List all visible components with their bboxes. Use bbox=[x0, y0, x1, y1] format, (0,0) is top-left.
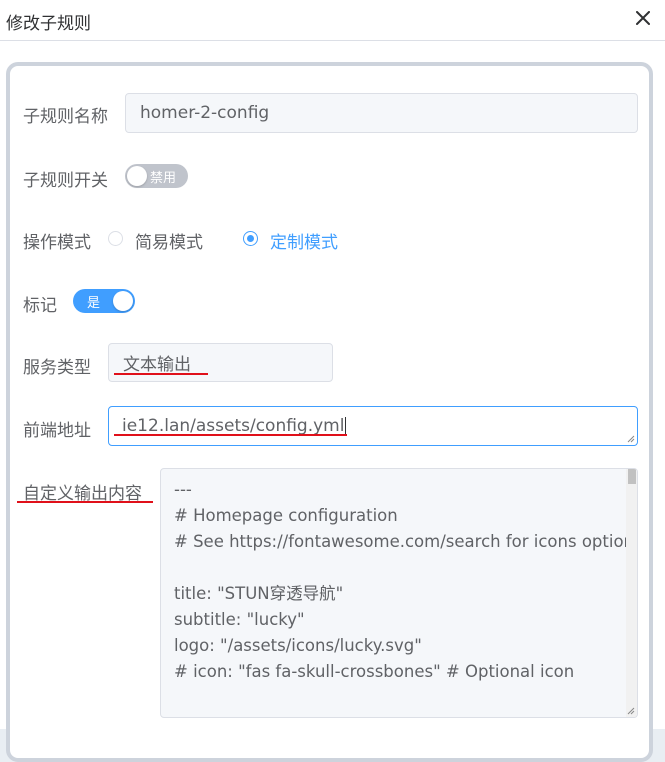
dialog-header: 修改子规则 bbox=[0, 0, 665, 41]
enable-switch-label: 子规则开关 bbox=[23, 171, 108, 191]
close-icon[interactable] bbox=[633, 8, 653, 28]
scrollbar-thumb[interactable] bbox=[628, 469, 636, 484]
code-line: # icon: "fas fa-skull-crossbones" # Opti… bbox=[174, 662, 575, 681]
name-input-value: homer-2-config bbox=[140, 103, 270, 123]
resize-grip-icon[interactable] bbox=[627, 435, 635, 443]
code-line: subtitle: "lucky" bbox=[174, 610, 305, 629]
code-line: # Homepage configuration bbox=[174, 506, 398, 525]
service-type-value: 文本输出 bbox=[123, 355, 191, 375]
service-type-label: 服务类型 bbox=[23, 358, 91, 378]
enable-switch-text: 禁用 bbox=[150, 171, 177, 186]
enable-switch[interactable]: 禁用 bbox=[125, 164, 188, 188]
mark-label: 标记 bbox=[23, 296, 57, 316]
mode-label: 操作模式 bbox=[23, 233, 91, 253]
radio-simple-mode[interactable] bbox=[108, 231, 123, 246]
code-line: --- bbox=[174, 480, 192, 499]
frontend-address-label: 前端地址 bbox=[23, 421, 91, 441]
mark-switch[interactable]: 是 bbox=[73, 289, 135, 313]
enable-switch-knob bbox=[127, 166, 147, 186]
code-line: title: "STUN穿透导航" bbox=[174, 584, 344, 603]
textarea-resize-grip-icon[interactable] bbox=[627, 707, 635, 715]
textarea-scrollbar[interactable] bbox=[626, 469, 637, 717]
custom-output-lines: --- # Homepage configuration # See https… bbox=[174, 477, 638, 685]
custom-output-textarea[interactable]: --- # Homepage configuration # See https… bbox=[160, 468, 638, 718]
custom-output-annotation-underline bbox=[17, 501, 153, 503]
radio-custom-mode[interactable] bbox=[243, 231, 258, 246]
code-line: # See https://fontawesome.com/search for… bbox=[174, 532, 638, 551]
frontend-address-annotation-underline bbox=[114, 434, 347, 436]
edit-subrule-dialog: 修改子规则 子规则名称 homer-2-config 子规则开关 禁用 操作模式… bbox=[0, 0, 665, 762]
radio-custom-mode-label[interactable]: 定制模式 bbox=[270, 228, 338, 253]
text-cursor bbox=[345, 417, 347, 435]
frontend-address-value: ie12.lan/assets/config.yml bbox=[122, 416, 345, 436]
code-line: logo: "/assets/icons/lucky.svg" bbox=[174, 636, 422, 655]
mark-switch-knob bbox=[113, 291, 133, 311]
mark-switch-text: 是 bbox=[87, 296, 101, 311]
name-label: 子规则名称 bbox=[23, 107, 108, 127]
dialog-title: 修改子规则 bbox=[6, 14, 91, 34]
frontend-address-input[interactable]: ie12.lan/assets/config.yml bbox=[108, 406, 638, 446]
radio-simple-mode-label[interactable]: 简易模式 bbox=[135, 228, 203, 253]
name-input[interactable]: homer-2-config bbox=[125, 93, 638, 133]
service-type-annotation-underline bbox=[114, 373, 208, 375]
service-type-select[interactable]: 文本输出 bbox=[108, 343, 333, 382]
